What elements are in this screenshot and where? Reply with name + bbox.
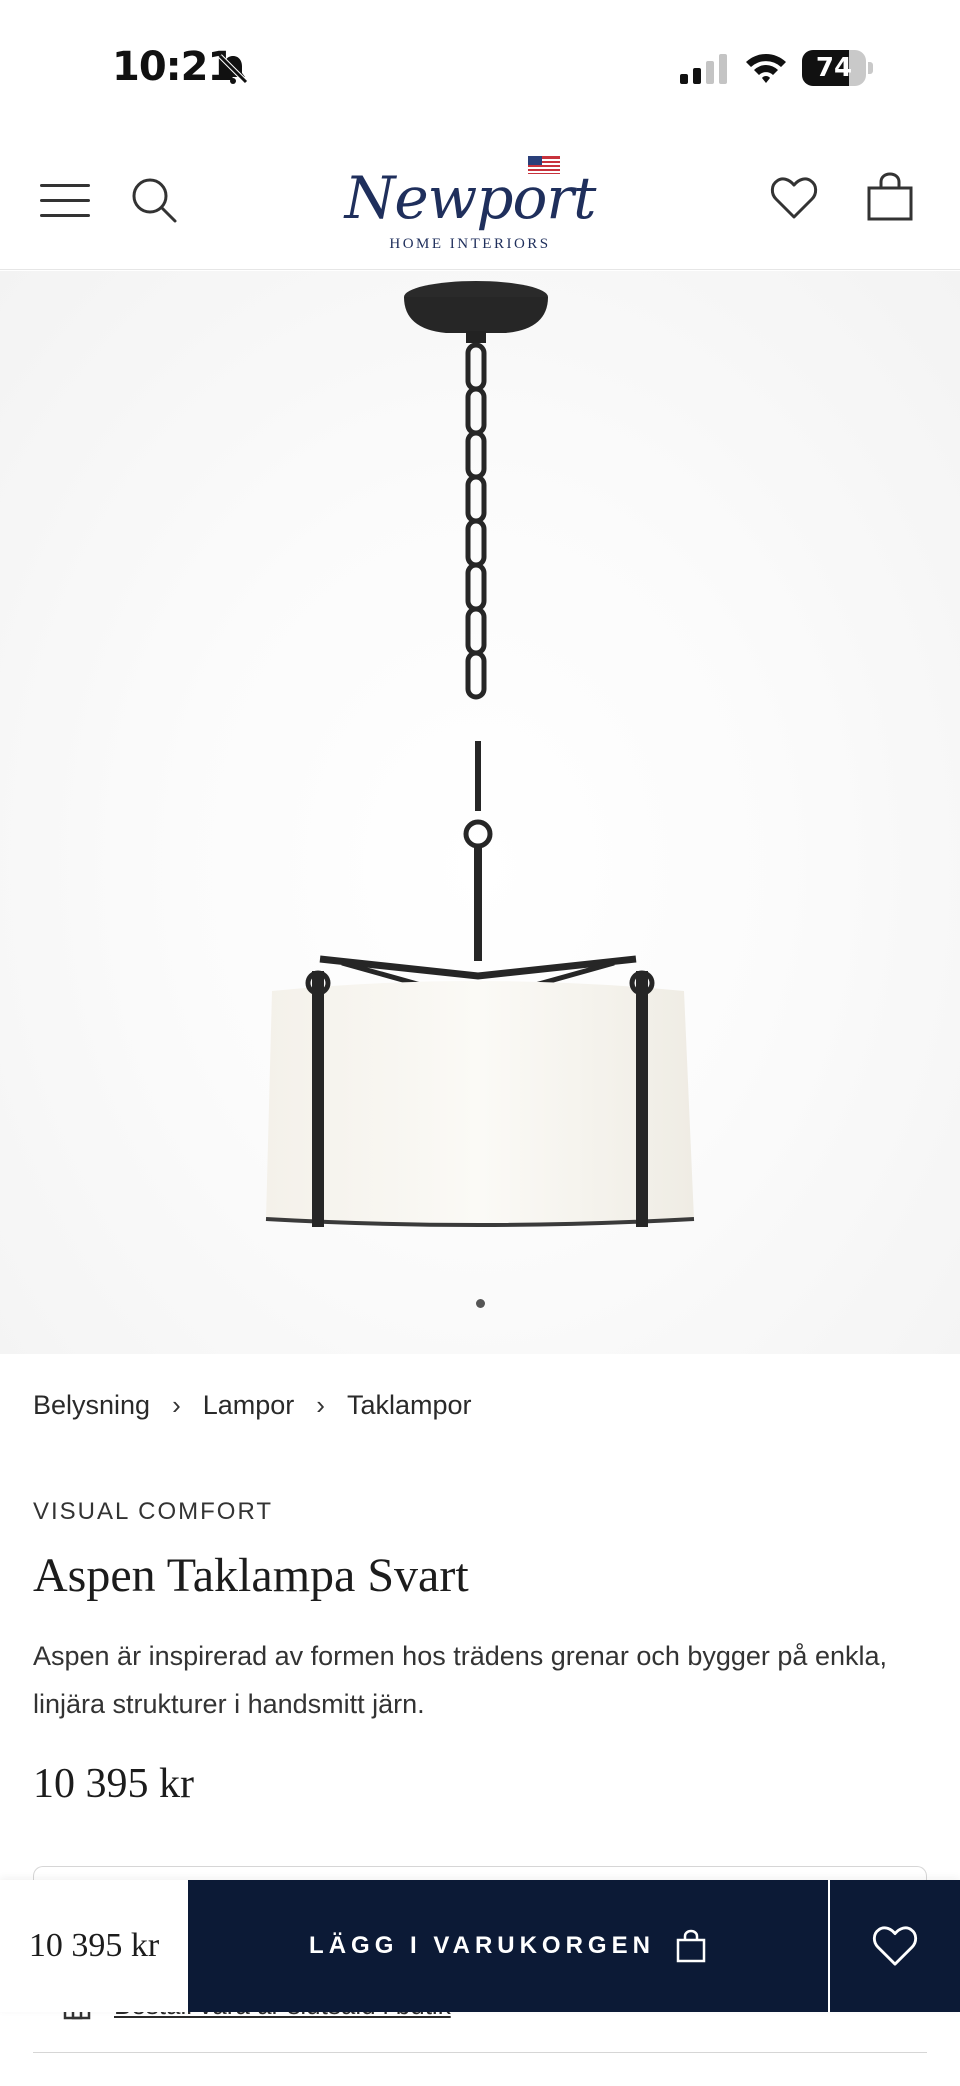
shopping-bag-icon[interactable]	[866, 172, 914, 222]
sticky-cart-bar: 10 395 kr LÄGG I VARUKORGEN	[0, 1880, 960, 2012]
breadcrumb-link[interactable]: Belysning	[33, 1390, 150, 1421]
bell-slash-icon	[218, 54, 248, 84]
sticky-price: 10 395 kr	[0, 1880, 188, 2012]
gallery-page-indicator[interactable]	[476, 1299, 485, 1308]
product-brand[interactable]: VISUAL COMFORT	[33, 1498, 273, 1526]
battery-icon: 74	[802, 50, 874, 86]
breadcrumb-separator: ›	[172, 1390, 181, 1420]
product-price: 10 395 kr	[33, 1761, 194, 1807]
breadcrumb-separator: ›	[316, 1390, 325, 1420]
status-bar: 10:21 74	[0, 0, 960, 130]
cellular-signal-icon	[680, 54, 727, 84]
heart-icon[interactable]	[770, 176, 818, 220]
search-icon[interactable]	[130, 176, 178, 224]
breadcrumb-link[interactable]: Taklampor	[347, 1390, 472, 1421]
wifi-icon	[746, 54, 786, 83]
battery-level: 74	[815, 53, 853, 83]
site-logo[interactable]: Newport HOME INTERIORS	[340, 152, 610, 252]
heart-icon	[872, 1926, 918, 1966]
add-to-cart-label: LÄGG I VARUKORGEN	[309, 1932, 655, 1959]
breadcrumb: Belysning › Lampor › Taklampor	[33, 1390, 472, 1421]
add-to-cart-button[interactable]: LÄGG I VARUKORGEN	[188, 1880, 828, 2012]
product-title: Aspen Taklampa Svart	[33, 1549, 469, 1602]
product-image	[265, 281, 695, 1227]
logo-subtitle: HOME INTERIORS	[389, 236, 551, 252]
logo-wordmark: Newport	[344, 164, 597, 232]
shopping-bag-icon	[676, 1929, 706, 1963]
menu-icon[interactable]	[40, 180, 90, 220]
breadcrumb-link[interactable]: Lampor	[203, 1390, 295, 1421]
add-to-wishlist-button[interactable]	[830, 1880, 960, 2012]
product-description: Aspen är inspirerad av formen hos träden…	[33, 1641, 887, 1719]
divider	[33, 2052, 927, 2053]
product-gallery[interactable]	[0, 271, 960, 1354]
site-header: Newport HOME INTERIORS	[0, 130, 960, 270]
